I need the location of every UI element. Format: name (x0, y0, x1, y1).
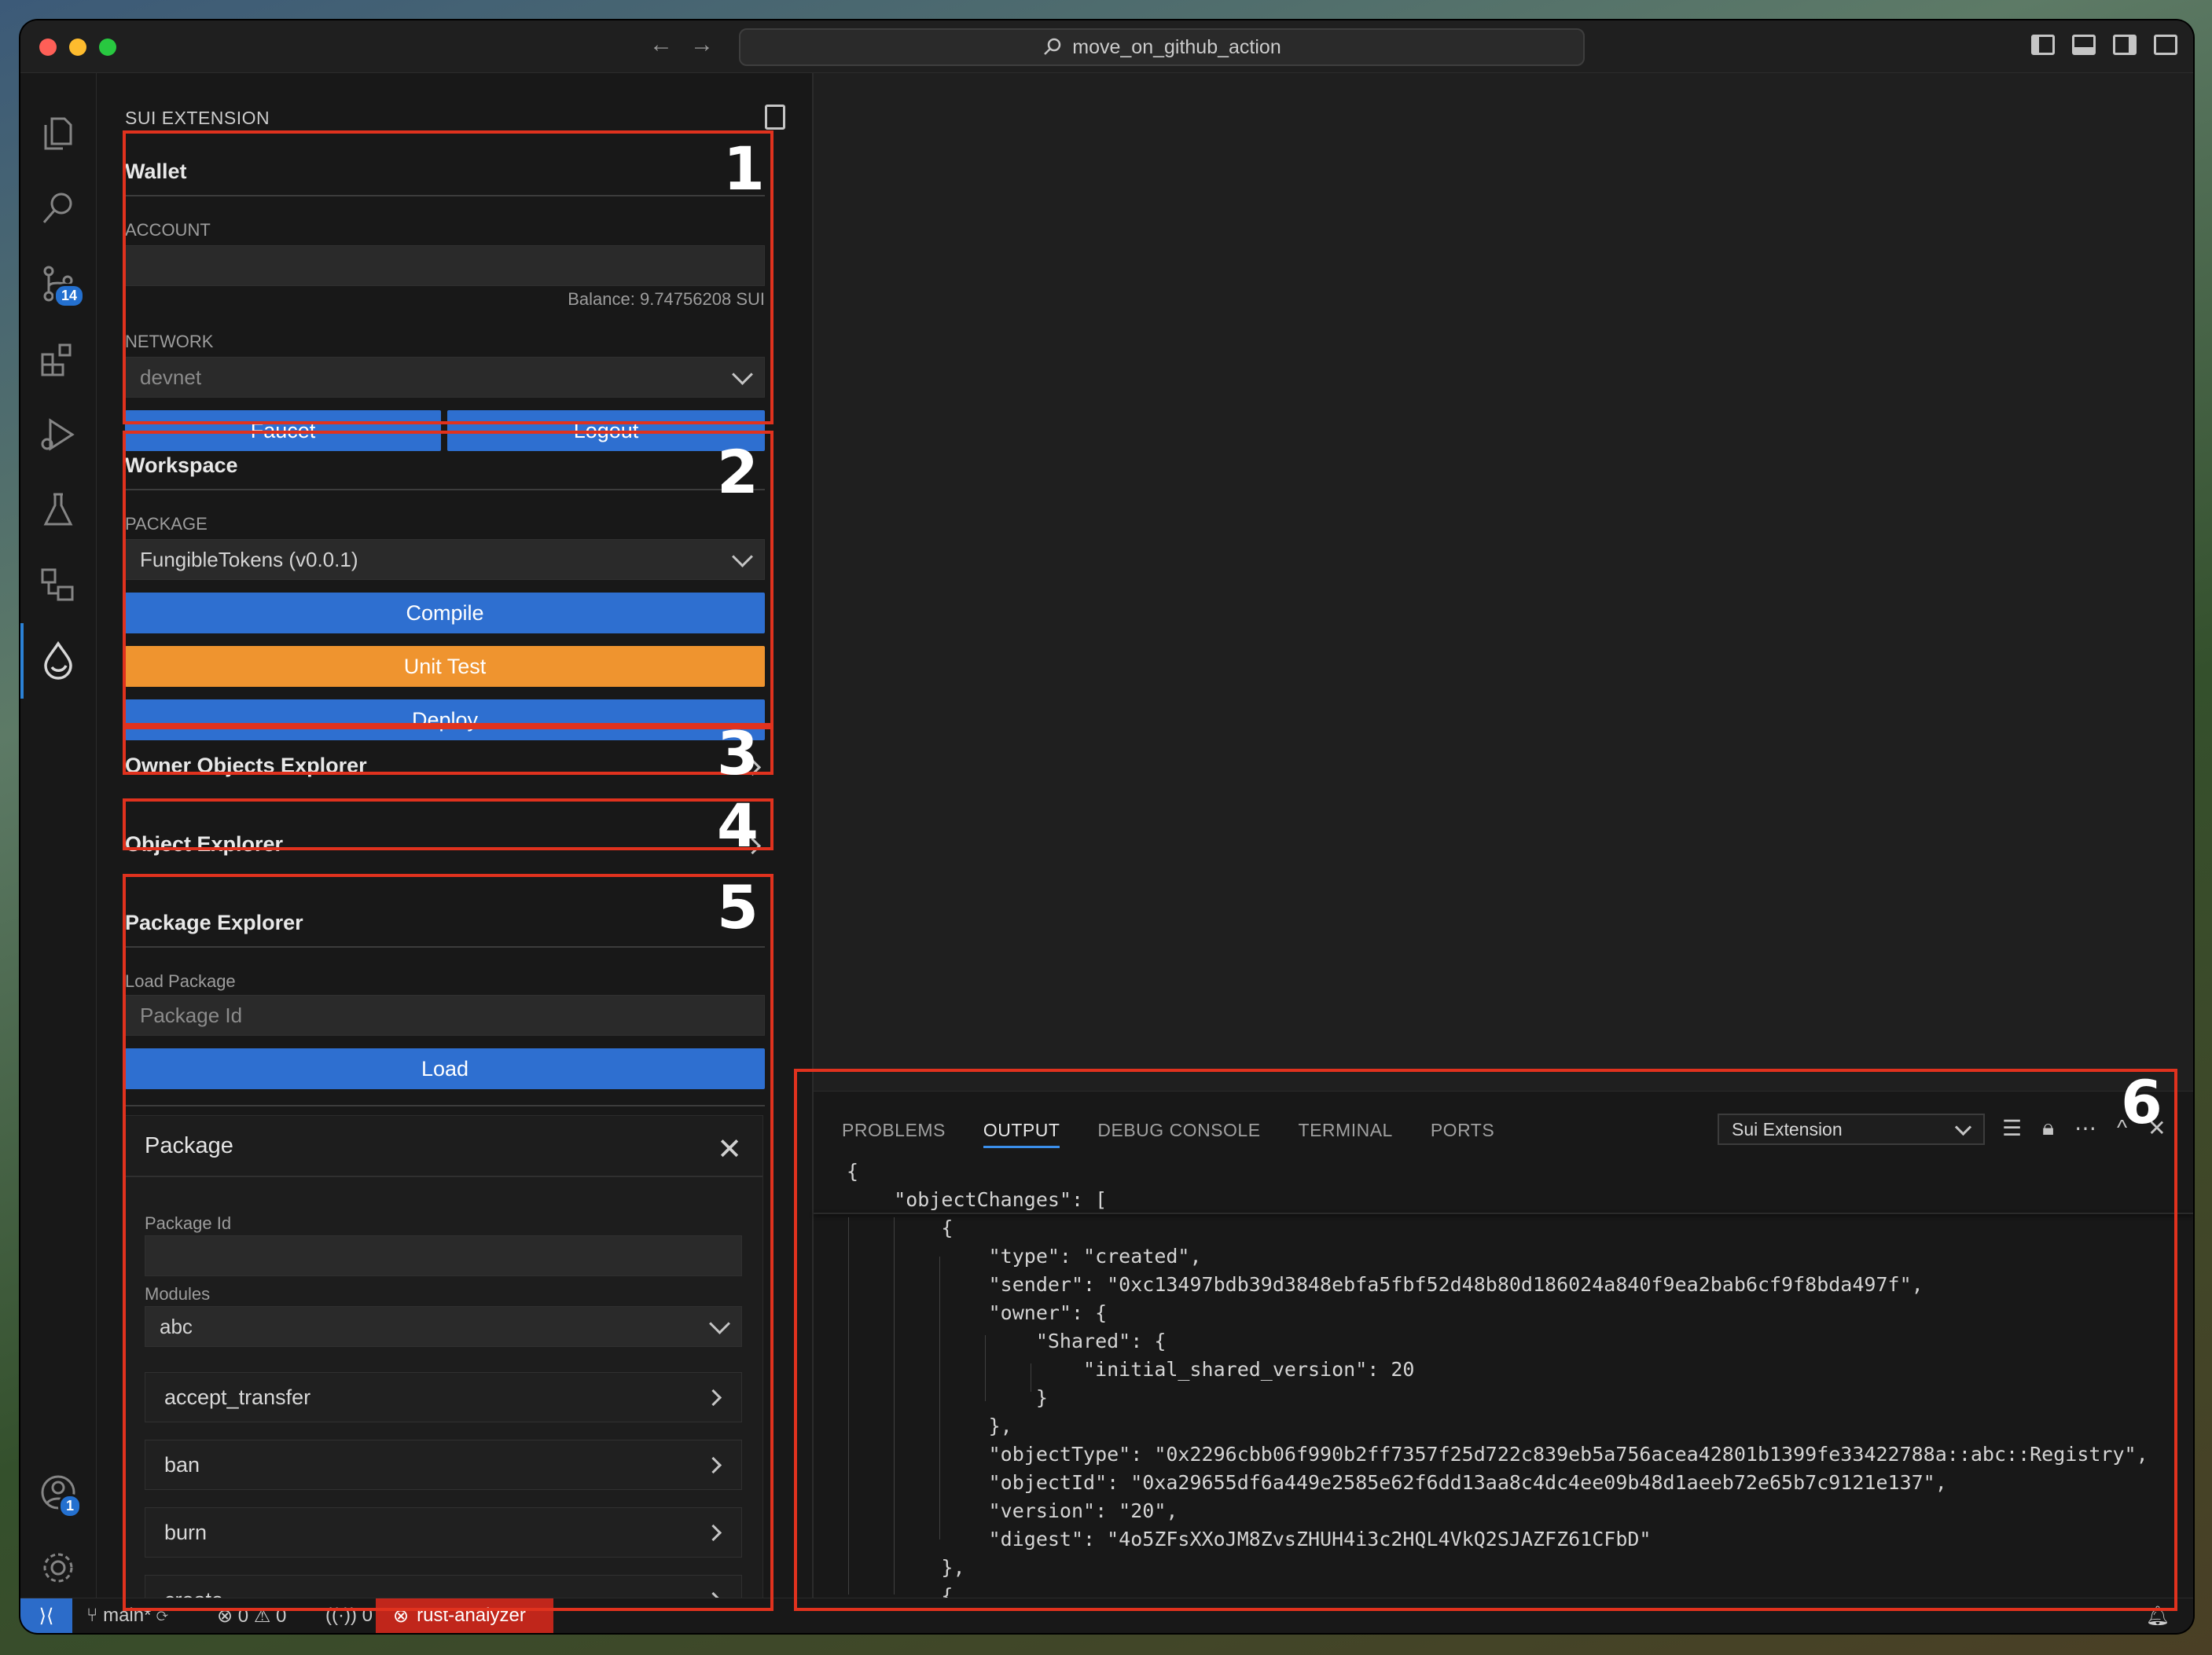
search-icon (1044, 38, 1061, 55)
settings-gear-icon[interactable] (38, 1547, 79, 1588)
command-center-search[interactable]: move_on_github_action (739, 28, 1585, 66)
close-window-button[interactable] (39, 39, 57, 56)
annotation-number-2: 2 (717, 437, 759, 507)
annotation-box-5 (123, 874, 773, 1611)
activity-bar: 14 1 (20, 73, 97, 1598)
sidebar-title: SUI EXTENSION (125, 108, 270, 128)
annotation-number-3: 3 (717, 718, 759, 788)
forward-arrow-icon[interactable]: → (690, 31, 714, 58)
accounts-icon[interactable]: 1 (38, 1472, 83, 1518)
annotation-number-1: 1 (723, 134, 765, 204)
annotation-box-2 (123, 431, 773, 726)
minimize-window-button[interactable] (69, 39, 86, 56)
run-debug-icon[interactable] (38, 414, 79, 455)
toggle-panel-icon[interactable] (2072, 35, 2096, 55)
layout-controls (2031, 35, 2177, 55)
annotation-number-5: 5 (717, 872, 759, 942)
annotation-box-4 (123, 798, 773, 850)
window-title: move_on_github_action (1072, 35, 1281, 58)
annotation-number-4: 4 (717, 791, 759, 861)
testing-icon[interactable] (38, 490, 79, 530)
back-arrow-icon[interactable]: ← (649, 31, 673, 58)
git-branch-icon: ⑂ (86, 1605, 98, 1626)
annotation-number-6: 6 (2121, 1067, 2162, 1137)
extensions-icon[interactable] (38, 339, 79, 380)
sui-extension-icon[interactable] (38, 640, 79, 681)
title-bar: ← → move_on_github_action (20, 20, 2193, 73)
annotation-box-6 (794, 1069, 2177, 1611)
active-view-indicator (20, 623, 24, 699)
source-control-icon[interactable]: 14 (38, 263, 86, 308)
remote-indicator-icon[interactable]: ⟩⟨ (20, 1598, 72, 1633)
document-icon[interactable] (765, 105, 785, 130)
editor-area (814, 73, 2193, 1090)
search-view-icon[interactable] (38, 188, 79, 229)
customize-layout-icon[interactable] (2154, 35, 2177, 55)
zoom-window-button[interactable] (99, 39, 116, 56)
explorer-icon[interactable] (38, 112, 79, 153)
accounts-badge: 1 (58, 1494, 83, 1518)
annotation-box-3 (123, 726, 773, 775)
toggle-primary-sidebar-icon[interactable] (2031, 35, 2055, 55)
remote-explorer-icon[interactable] (38, 565, 79, 606)
vscode-window: ← → move_on_github_action 14 1 SUI EXTEN… (20, 20, 2193, 1633)
annotation-box-1 (123, 130, 773, 424)
source-control-badge: 14 (53, 284, 86, 308)
toggle-secondary-sidebar-icon[interactable] (2113, 35, 2137, 55)
